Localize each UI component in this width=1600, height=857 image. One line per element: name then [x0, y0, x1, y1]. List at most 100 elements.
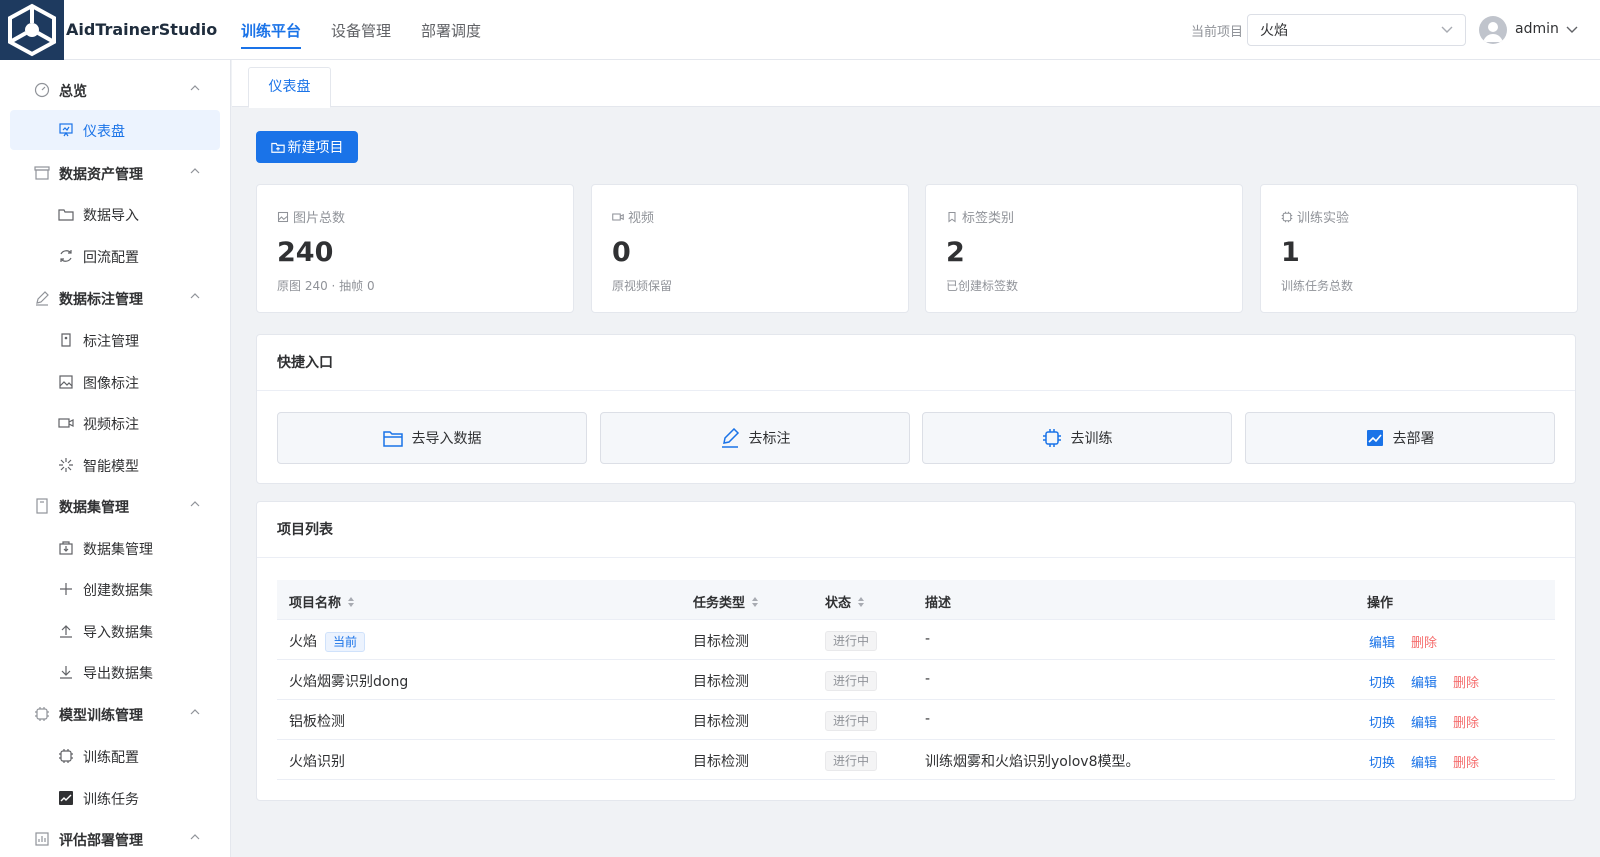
tabs-bar: 仪表盘: [232, 60, 1600, 108]
stat-value: 0: [612, 237, 631, 268]
sort-icon[interactable]: [857, 596, 865, 608]
table-row: 火焰识别 目标检测 进行中 训练烟雾和火焰识别yolov8模型。 切换 编辑 删…: [277, 740, 1555, 780]
new-project-button[interactable]: 新建项目: [256, 131, 358, 163]
sidebar-item-import-dataset[interactable]: 导入数据集: [10, 611, 220, 651]
sidebar-group-overview[interactable]: 总览: [10, 70, 220, 110]
edit-link[interactable]: 编辑: [1369, 632, 1395, 651]
sidebar-item-label: 图像标注: [83, 376, 139, 392]
quick-entry-title: 快捷入口: [257, 335, 1575, 391]
dashboard-icon: [34, 82, 50, 98]
chevron-up-icon: [190, 501, 200, 507]
col-status[interactable]: 状态: [825, 592, 865, 611]
quick-annotate-button[interactable]: 去标注: [600, 412, 910, 464]
col-task-type[interactable]: 任务类型: [693, 592, 759, 611]
user-avatar[interactable]: [1479, 16, 1507, 44]
current-project-select[interactable]: 火焰: [1247, 14, 1466, 46]
project-name-cell: 火焰识别: [289, 754, 345, 770]
picture-icon: [277, 211, 289, 222]
status-badge: 进行中: [825, 671, 877, 691]
sidebar-group-data-assets[interactable]: 数据资产管理: [10, 153, 220, 193]
download-icon: [60, 666, 72, 679]
sort-icon[interactable]: [751, 596, 759, 608]
sidebar-item-create-dataset[interactable]: 创建数据集: [10, 569, 220, 609]
sidebar-group-label: 模型训练管理: [59, 708, 143, 724]
chevron-up-icon: [190, 168, 200, 174]
sidebar-group-eval-deploy[interactable]: 评估部署管理: [10, 819, 220, 857]
delete-link[interactable]: 删除: [1453, 712, 1479, 731]
sidebar-item-backflow-config[interactable]: 回流配置: [10, 236, 220, 276]
current-project-value: 火焰: [1260, 23, 1288, 39]
topnav-device-management[interactable]: 设备管理: [316, 0, 406, 60]
delete-link[interactable]: 删除: [1453, 672, 1479, 691]
sidebar-item-export-dataset[interactable]: 导出数据集: [10, 652, 220, 692]
plus-icon: [60, 583, 72, 595]
sidebar-item-video-annotation[interactable]: 视频标注: [10, 403, 220, 443]
sidebar-item-image-annotation[interactable]: 图像标注: [10, 362, 220, 402]
sidebar-item-label: 标注管理: [83, 334, 139, 350]
switch-link[interactable]: 切换: [1369, 672, 1395, 691]
switch-link[interactable]: 切换: [1369, 712, 1395, 731]
topnav-training-platform[interactable]: 训练平台: [226, 0, 316, 60]
description-cell: -: [925, 631, 931, 647]
sort-icon[interactable]: [347, 596, 355, 608]
edit-link[interactable]: 编辑: [1411, 712, 1437, 731]
stat-card-videos: 视频 0 原视频保留: [591, 184, 909, 313]
sidebar-item-data-import[interactable]: 数据导入: [10, 194, 220, 234]
quick-deploy-button[interactable]: 去部署: [1245, 412, 1555, 464]
quick-train-button[interactable]: 去训练: [922, 412, 1232, 464]
switch-link[interactable]: 切换: [1369, 752, 1395, 771]
col-actions: 操作: [1367, 596, 1394, 611]
edit-link[interactable]: 编辑: [1411, 672, 1437, 691]
upload-icon: [60, 625, 72, 638]
app-logo[interactable]: [0, 0, 64, 60]
tab-dashboard[interactable]: 仪表盘: [248, 67, 331, 108]
folder-icon: [58, 209, 74, 221]
edit-link[interactable]: 编辑: [1411, 752, 1437, 771]
current-project-label: 当前项目: [1191, 25, 1244, 40]
task-type-cell: 目标检测: [693, 754, 749, 770]
refresh-icon: [60, 250, 72, 262]
project-list-title: 项目列表: [257, 502, 1575, 558]
sidebar-group-dataset[interactable]: 数据集管理: [10, 486, 220, 526]
chevron-up-icon: [190, 293, 200, 299]
cpu-icon: [1281, 211, 1293, 222]
task-type-cell: 目标检测: [693, 674, 749, 690]
pen-icon: [721, 428, 739, 448]
table-row: 铝板检测 目标检测 进行中 - 切换 编辑 删除: [277, 700, 1555, 740]
presentation-icon: [59, 123, 73, 137]
quick-label: 去导入数据: [411, 431, 482, 447]
chart-icon: [1366, 430, 1383, 446]
new-project-label: 新建项目: [287, 140, 344, 156]
sidebar-item-dashboard[interactable]: 仪表盘: [10, 110, 220, 150]
col-project-name[interactable]: 项目名称: [289, 592, 355, 611]
table-row: 火焰 当前 目标检测 进行中 - 编辑 删除: [277, 620, 1555, 660]
user-menu-chevron-icon[interactable]: [1566, 26, 1578, 34]
sidebar-item-dataset-management[interactable]: 数据集管理: [10, 528, 220, 568]
sidebar-item-training-config[interactable]: 训练配置: [10, 736, 220, 776]
stat-sub: 训练任务总数: [1281, 279, 1354, 293]
stat-value: 1: [1281, 237, 1300, 268]
sidebar-item-label-management[interactable]: 标注管理: [10, 320, 220, 360]
quick-label: 去训练: [1070, 431, 1113, 447]
image-icon: [59, 375, 73, 389]
delete-link[interactable]: 删除: [1411, 632, 1437, 651]
sidebar-item-label: 回流配置: [83, 250, 139, 266]
delete-link[interactable]: 删除: [1453, 752, 1479, 771]
sidebar-item-training-tasks[interactable]: 训练任务: [10, 778, 220, 818]
sidebar-group-annotation[interactable]: 数据标注管理: [10, 278, 220, 318]
stat-label: 图片总数: [293, 211, 346, 226]
sidebar-group-label: 总览: [59, 84, 87, 100]
sidebar-group-label: 数据资产管理: [59, 167, 143, 183]
user-icon: [1483, 22, 1503, 42]
project-name-cell: 火焰 当前: [289, 631, 366, 652]
brand-name: AidTrainerStudio: [66, 20, 218, 39]
folder-icon: [382, 431, 403, 447]
sidebar-item-smart-model[interactable]: 智能模型: [10, 445, 220, 485]
quick-import-data-button[interactable]: 去导入数据: [277, 412, 587, 464]
sidebar-group-model-training[interactable]: 模型训练管理: [10, 694, 220, 734]
topnav-deployment-scheduling[interactable]: 部署调度: [406, 0, 496, 60]
folder-plus-icon: [270, 142, 285, 153]
quick-label: 去标注: [748, 431, 791, 447]
magic-icon: [59, 458, 73, 472]
user-name[interactable]: admin: [1515, 21, 1559, 37]
